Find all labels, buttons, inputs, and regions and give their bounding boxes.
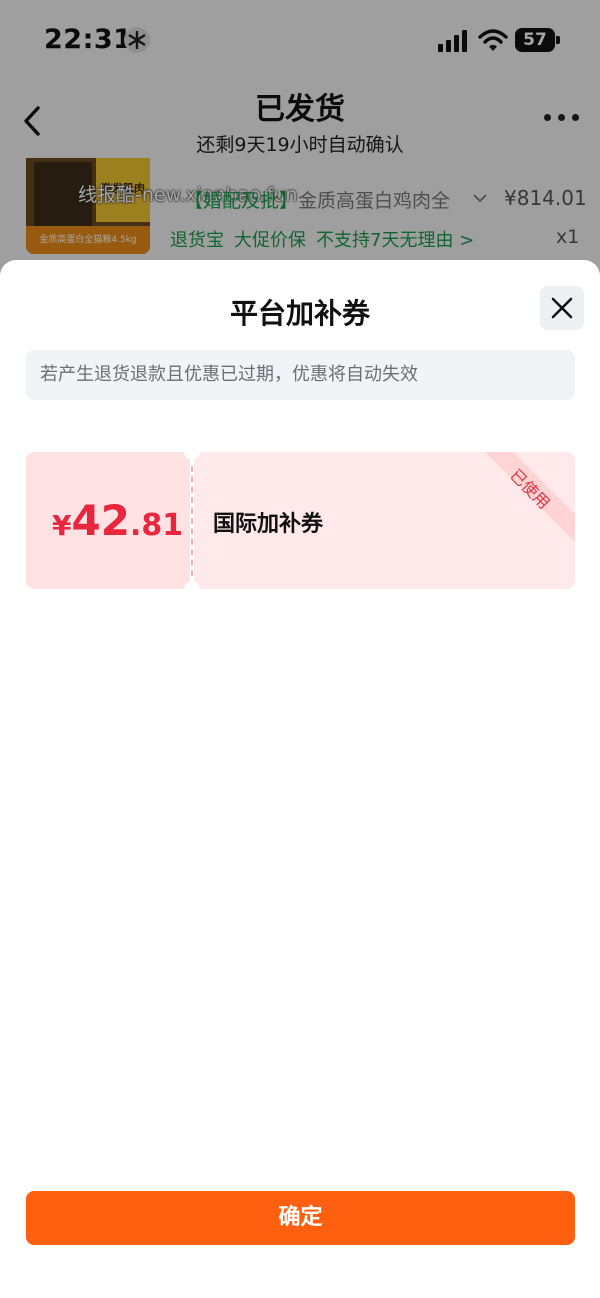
coupon-notch-top [184,444,200,460]
coupon-name: 国际加补券 [213,512,324,537]
used-ribbon: 已使用 [455,452,575,572]
modal-overlay[interactable] [0,0,600,300]
coupon-amount: ¥42.81 [52,496,183,545]
confirm-button[interactable]: 确定 [26,1191,575,1245]
refund-notice: 若产生退货退款且优惠已过期，优惠将自动失效 [26,350,575,400]
coupon-divider [191,466,193,576]
coupon-amount-decimal: .81 [129,508,184,543]
coupon-amount-integer: 42 [71,496,130,545]
coupon-card: 已使用 ¥42.81 国际加补券 [26,444,575,597]
coupon-sheet: 平台加补券 若产生退货退款且优惠已过期，优惠将自动失效 已使用 ¥42.81 国… [0,260,600,1298]
close-icon [551,297,573,319]
coupon-currency: ¥ [52,509,72,542]
sheet-title: 平台加补券 [229,297,370,330]
close-button[interactable] [540,286,584,330]
coupon-notch-bottom [184,581,200,597]
